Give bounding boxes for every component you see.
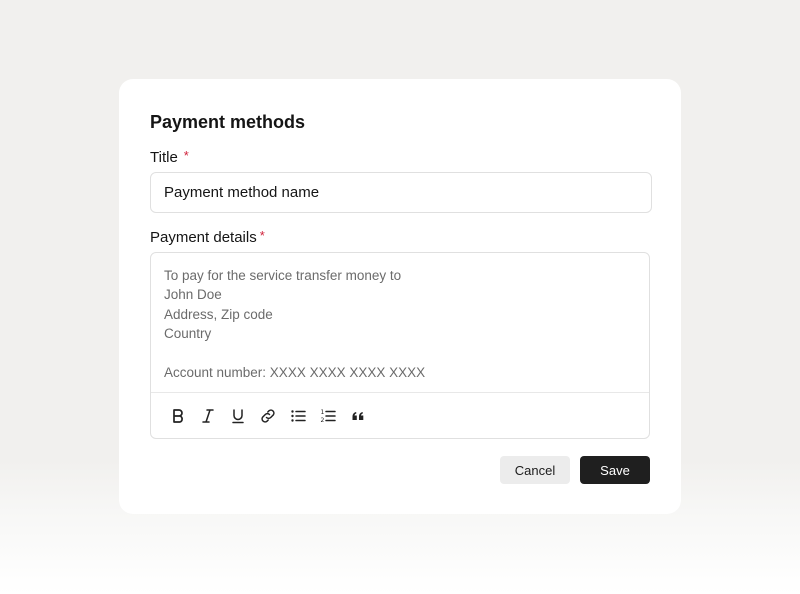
bullet-list-icon xyxy=(291,410,306,422)
numbered-list-icon: 1 2 xyxy=(321,409,336,424)
numbered-list-button[interactable]: 1 2 xyxy=(313,402,343,430)
editor-line: Account number: XXXX XXXX XXXX XXXX xyxy=(164,364,426,380)
bullet-list-button[interactable] xyxy=(283,402,313,430)
payment-details-label-text: Payment details xyxy=(150,229,257,246)
editor-content[interactable]: To pay for the service transfer money to… xyxy=(164,266,634,382)
dialog-title: Payment methods xyxy=(150,112,306,132)
svg-text:2: 2 xyxy=(321,417,325,424)
link-icon xyxy=(261,409,275,423)
required-mark: * xyxy=(183,148,189,163)
quote-button[interactable] xyxy=(343,402,373,430)
quote-icon xyxy=(352,412,364,420)
cancel-button[interactable]: Cancel xyxy=(500,456,570,484)
editor-line: John Doe xyxy=(164,287,222,303)
editor-divider xyxy=(151,392,649,393)
payment-methods-dialog: Payment methods Title* Payment details* … xyxy=(119,79,681,514)
required-mark: * xyxy=(259,228,265,243)
title-label-text: Title xyxy=(150,149,178,166)
editor-toolbar: 1 2 xyxy=(163,402,373,430)
svg-text:1: 1 xyxy=(321,409,325,416)
bold-icon xyxy=(173,409,183,423)
bold-button[interactable] xyxy=(163,402,193,430)
title-label: Title * xyxy=(150,148,189,166)
payment-details-editor[interactable]: To pay for the service transfer money to… xyxy=(150,252,650,439)
editor-line: Address, Zip code xyxy=(164,306,273,322)
save-button[interactable]: Save xyxy=(580,456,650,484)
underline-icon xyxy=(232,409,244,424)
italic-button[interactable] xyxy=(193,402,223,430)
title-input[interactable] xyxy=(150,172,652,213)
link-button[interactable] xyxy=(253,402,283,430)
editor-line: Country xyxy=(164,326,212,342)
editor-line: To pay for the service transfer money to xyxy=(164,268,402,283)
underline-button[interactable] xyxy=(223,402,253,430)
payment-details-label: Payment details * xyxy=(150,228,265,246)
italic-icon xyxy=(202,409,214,423)
